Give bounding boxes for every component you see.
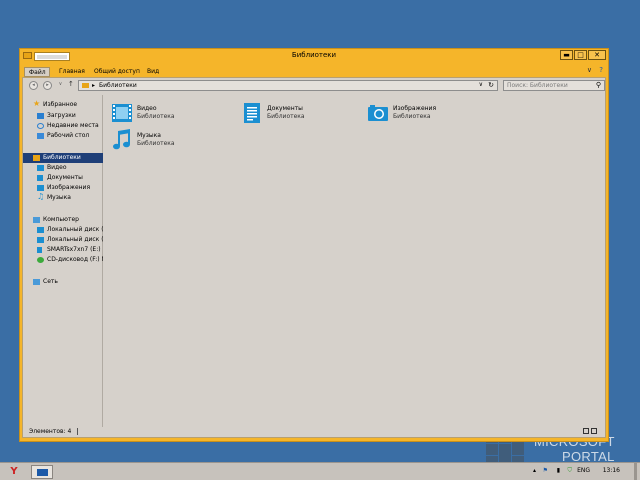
- library-tile-images[interactable]: Изображения Библиотека: [367, 102, 487, 128]
- sidebar-item-computer[interactable]: Компьютер: [23, 215, 103, 225]
- library-tile-video[interactable]: Видео Библиотека: [111, 102, 231, 128]
- search-placeholder: Поиск: Библиотеки: [507, 82, 568, 89]
- sidebar-item-drive-d[interactable]: Локальный диск (D: [23, 235, 103, 245]
- recent-dropdown-icon[interactable]: ∨: [56, 81, 65, 90]
- library-name: Документы: [267, 105, 303, 112]
- view-switcher: [583, 428, 597, 434]
- desktop-icon: [37, 133, 44, 139]
- network-icon: [33, 279, 40, 285]
- search-input[interactable]: Поиск: Библиотеки ⚲: [503, 80, 605, 91]
- show-desktop-button[interactable]: [634, 463, 637, 480]
- sidebar-item-video[interactable]: Видео: [23, 163, 103, 173]
- star-icon: ★: [33, 100, 41, 108]
- library-subtitle: Библиотека: [267, 113, 305, 120]
- music-icon: ♫: [37, 193, 45, 201]
- sidebar-item-drive-f[interactable]: CD-дисковод (F:) M: [23, 255, 103, 265]
- address-row: ◂ ▸ ∨ ↑ ▸ Библиотеки ∨ ↻ Поиск: Библиоте…: [23, 78, 605, 94]
- music-icon: [113, 129, 130, 150]
- start-button[interactable]: Y: [0, 463, 28, 480]
- title-bar[interactable]: Библиотеки ▬ □ ✕: [20, 49, 608, 64]
- clock[interactable]: 13:16: [603, 467, 620, 475]
- help-icon[interactable]: ?: [599, 66, 603, 74]
- details-view-icon[interactable]: [583, 428, 589, 434]
- library-name: Изображения: [393, 105, 437, 112]
- maximize-button[interactable]: □: [574, 50, 587, 60]
- chevron-up-icon[interactable]: ▴: [533, 467, 536, 475]
- tab-home[interactable]: Главная: [55, 67, 89, 77]
- clock-icon: [37, 123, 44, 129]
- forward-button[interactable]: ▸: [43, 81, 52, 90]
- library-name: Видео: [137, 105, 157, 112]
- flag-icon[interactable]: ⚑: [543, 467, 548, 475]
- sidebar-item-favorites[interactable]: ★ Избранное: [23, 100, 103, 110]
- camera-icon: [37, 185, 44, 191]
- library-subtitle: Библиотека: [137, 140, 175, 147]
- video-icon: [37, 165, 44, 171]
- ribbon-expand-icon[interactable]: ∨: [587, 66, 592, 74]
- status-bar: Элементов: 4: [23, 427, 605, 437]
- close-button[interactable]: ✕: [588, 50, 606, 60]
- tab-share[interactable]: Общий доступ: [90, 67, 144, 77]
- sidebar-item-images[interactable]: Изображения: [23, 183, 103, 193]
- minimize-button[interactable]: ▬: [560, 50, 573, 60]
- language-indicator[interactable]: ENG: [577, 467, 590, 475]
- library-subtitle: Библиотека: [137, 113, 175, 120]
- address-path[interactable]: Библиотеки: [99, 82, 137, 90]
- drive-icon: [37, 227, 44, 233]
- tab-file[interactable]: Файл: [24, 67, 50, 77]
- file-list: Видео Библиотека Документы Библиотека Из…: [105, 95, 605, 427]
- chevron-right-icon[interactable]: ▸: [92, 82, 95, 89]
- tab-view[interactable]: Вид: [143, 67, 163, 77]
- camera-icon: [368, 105, 388, 121]
- computer-icon: [33, 217, 40, 223]
- taskbar: Y ▴ ⚑ ▮ ⛉ ENG 13:16: [0, 462, 640, 480]
- navigation-pane: ★ Избранное Загрузки Недавние места Рабо…: [23, 95, 103, 427]
- taskbar-explorer-button[interactable]: [31, 465, 53, 479]
- explorer-window: Библиотеки ▬ □ ✕ Файл Главная Общий дост…: [19, 48, 609, 442]
- library-tile-music[interactable]: Музыка Библиотека: [111, 129, 231, 155]
- sidebar-item-drive-e[interactable]: SMARTsx7xn7 (E:): [23, 245, 103, 255]
- item-count: Элементов: 4: [29, 428, 72, 435]
- document-icon: [244, 103, 260, 123]
- library-icon: [33, 155, 40, 161]
- download-icon: [37, 113, 44, 119]
- document-icon: [37, 175, 43, 181]
- cd-drive-icon: [37, 257, 44, 263]
- sidebar-item-drive-c[interactable]: Локальный диск (C: [23, 225, 103, 235]
- library-name: Музыка: [137, 132, 161, 139]
- window-controls: ▬ □ ✕: [560, 50, 606, 61]
- content-area: ◂ ▸ ∨ ↑ ▸ Библиотеки ∨ ↻ Поиск: Библиоте…: [22, 77, 606, 438]
- address-bar[interactable]: ▸ Библиотеки ∨ ↻: [78, 80, 498, 91]
- library-tile-documents[interactable]: Документы Библиотека: [241, 102, 361, 128]
- back-button[interactable]: ◂: [29, 81, 38, 90]
- sidebar-item-music[interactable]: ♫ Музыка: [23, 193, 103, 203]
- usb-drive-icon: [37, 247, 42, 253]
- sidebar-item-network[interactable]: Сеть: [23, 277, 103, 287]
- library-subtitle: Библиотека: [393, 113, 431, 120]
- refresh-icon[interactable]: ↻: [488, 81, 494, 89]
- video-icon: [112, 104, 132, 122]
- search-icon[interactable]: ⚲: [596, 81, 601, 89]
- sidebar-item-recent[interactable]: Недавние места: [23, 121, 103, 131]
- sidebar-item-documents[interactable]: Документы: [23, 173, 103, 183]
- sidebar-item-desktop[interactable]: Рабочий стол: [23, 131, 103, 141]
- large-icons-view-icon[interactable]: [591, 428, 597, 434]
- chevron-down-icon[interactable]: ∨: [479, 81, 483, 88]
- sidebar-item-downloads[interactable]: Загрузки: [23, 111, 103, 121]
- shield-icon[interactable]: ⛉: [567, 467, 572, 475]
- up-button[interactable]: ↑: [68, 80, 74, 88]
- explorer-icon: [37, 469, 48, 476]
- sidebar-item-libraries[interactable]: Библиотеки: [23, 153, 103, 163]
- drive-icon: [37, 237, 44, 243]
- network-icon[interactable]: ▮: [557, 467, 560, 475]
- folder-icon: [82, 83, 89, 88]
- window-title: Библиотеки: [291, 51, 337, 59]
